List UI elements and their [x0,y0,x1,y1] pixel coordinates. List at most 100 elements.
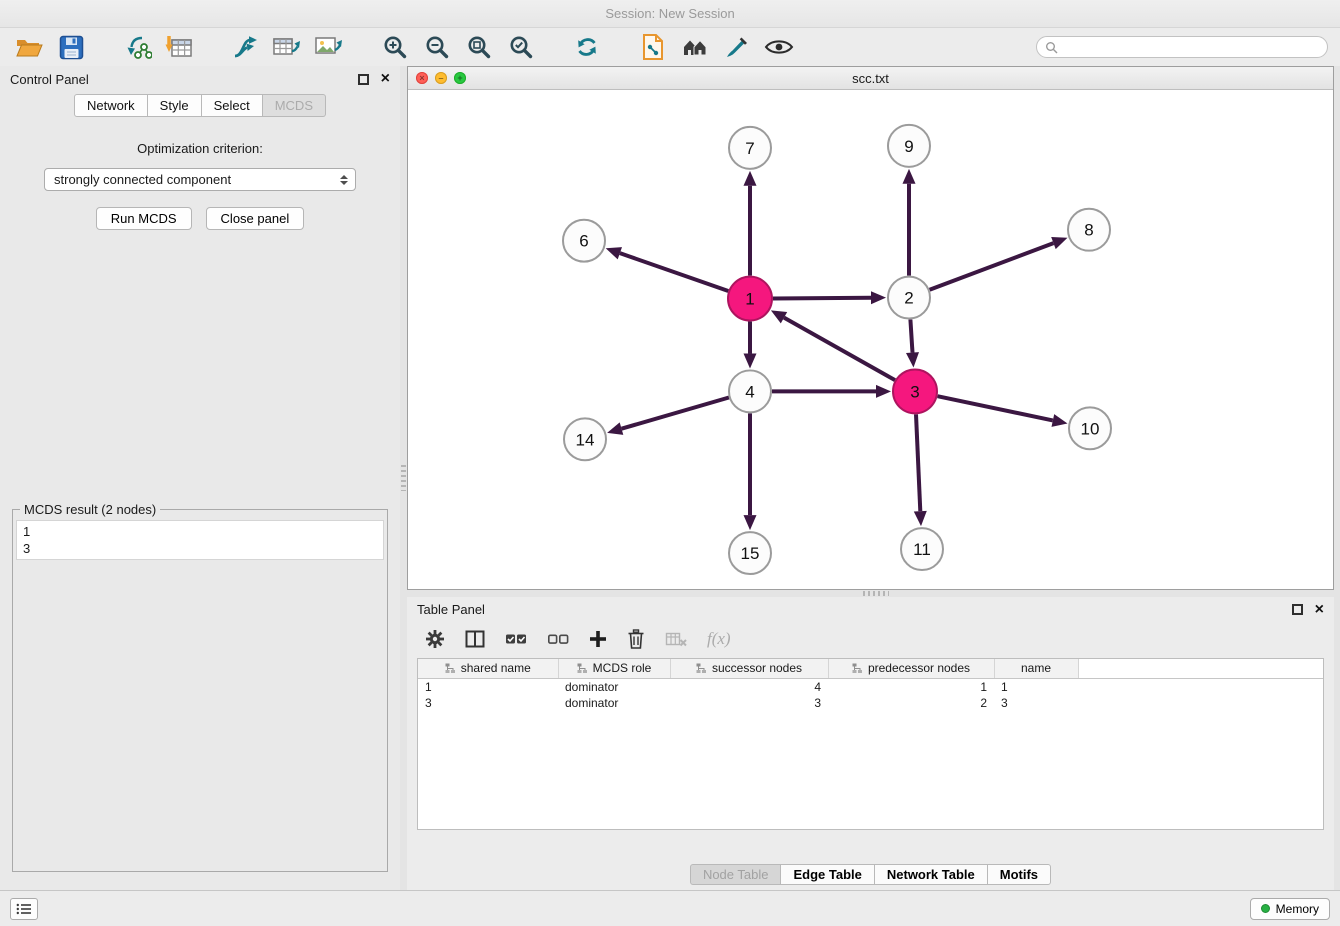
tab-node-table[interactable]: Node Table [690,864,782,885]
new-network-from-table-button[interactable] [270,31,304,63]
apply-style-button[interactable] [720,31,754,63]
network-canvas[interactable]: 7 9 6 8 1 2 4 3 14 10 15 11 [408,90,1333,589]
cell-mcds-role[interactable]: dominator [558,695,670,711]
show-graphics-details-button[interactable] [762,31,796,63]
cell-predecessor-nodes[interactable]: 2 [828,695,994,711]
edge-3-10[interactable] [938,396,1053,420]
column-header-predecessor-nodes[interactable]: predecessor nodes [828,659,994,678]
node-14[interactable]: 14 [564,418,606,460]
mcds-result-box: MCDS result (2 nodes) 1 3 [12,502,388,872]
table-panel-float-icon[interactable] [1292,604,1303,615]
table-splitter[interactable] [407,590,1334,597]
mcds-result-list[interactable]: 1 3 [16,520,384,560]
cell-successor-nodes[interactable]: 3 [670,695,828,711]
edge-3-1[interactable] [784,318,895,380]
search-icon [1045,41,1058,54]
close-panel-button[interactable]: Close panel [206,207,305,230]
node-7[interactable]: 7 [729,127,771,169]
clone-network-button[interactable] [636,31,670,63]
memory-button[interactable]: Memory [1250,898,1330,920]
column-header-mcds-role[interactable]: MCDS role [558,659,670,678]
control-panel-float-icon[interactable] [358,74,369,85]
table-row[interactable]: 3 dominator 3 2 3 [418,695,1323,711]
cell-name[interactable]: 1 [994,678,1078,695]
node-6[interactable]: 6 [563,220,605,262]
control-panel-header: Control Panel × [0,66,400,92]
edge-4-14[interactable] [622,397,729,428]
node-8[interactable]: 8 [1068,209,1110,251]
edge-arrow-1-2 [871,291,886,304]
import-network-button[interactable] [120,31,154,63]
cell-mcds-role[interactable]: dominator [558,678,670,695]
delete-table-button[interactable] [665,631,687,647]
select-all-columns-button[interactable] [505,631,527,647]
minimize-window-icon[interactable]: – [435,72,447,84]
tab-style[interactable]: Style [148,94,202,117]
table-panel-close-icon[interactable]: × [1315,602,1324,618]
refresh-layout-button[interactable] [570,31,604,63]
zoom-selected-button[interactable] [504,31,538,63]
close-window-icon[interactable]: × [416,72,428,84]
search-box[interactable] [1036,36,1328,58]
cell-name[interactable]: 3 [994,695,1078,711]
zoom-fit-button[interactable] [462,31,496,63]
node-11[interactable]: 11 [901,528,943,570]
node-1[interactable]: 1 [728,277,772,321]
table-settings-button[interactable] [425,629,445,649]
new-network-button[interactable] [228,31,262,63]
export-image-button[interactable] [312,31,346,63]
save-session-button[interactable] [54,31,88,63]
node-10[interactable]: 10 [1069,407,1111,449]
node-15[interactable]: 15 [729,532,771,574]
zoom-out-button[interactable] [420,31,454,63]
edge-2-8[interactable] [930,243,1054,290]
task-history-button[interactable] [10,898,38,920]
import-table-icon [165,34,193,60]
column-header-name[interactable]: name [994,659,1078,678]
cell-filler [1078,678,1323,695]
panel-splitter[interactable] [400,66,407,890]
split-columns-button[interactable] [465,630,485,648]
tab-edge-table[interactable]: Edge Table [780,864,874,885]
cell-predecessor-nodes[interactable]: 1 [828,678,994,695]
paintbrush-icon [724,34,750,60]
column-label: MCDS role [593,661,652,675]
zoom-window-icon[interactable]: + [454,72,466,84]
optimization-criterion-select[interactable]: strongly connected component [44,168,356,191]
column-header-shared-name[interactable]: shared name [418,659,558,678]
tab-motifs[interactable]: Motifs [987,864,1051,885]
edge-1-6[interactable] [620,253,728,291]
edge-1-2[interactable] [773,298,871,299]
edge-3-11[interactable] [916,414,920,511]
edge-2-3[interactable] [910,320,912,353]
table-panel-header: Table Panel × [407,597,1334,622]
run-mcds-button[interactable]: Run MCDS [96,207,192,230]
cell-successor-nodes[interactable]: 4 [670,678,828,695]
node-4[interactable]: 4 [729,370,771,412]
node-9[interactable]: 9 [888,125,930,167]
column-type-icon [696,663,707,674]
zoom-in-button[interactable] [378,31,412,63]
home-view-button[interactable] [678,31,712,63]
open-file-button[interactable] [12,31,46,63]
node-3[interactable]: 3 [893,369,937,413]
add-column-button[interactable] [589,630,607,648]
network-window-titlebar[interactable]: scc.txt × – + [408,67,1333,90]
table-row[interactable]: 1 dominator 4 1 1 [418,678,1323,695]
tab-network[interactable]: Network [74,94,148,117]
function-builder-button[interactable]: f(x) [707,629,731,649]
tab-network-table[interactable]: Network Table [874,864,988,885]
cell-shared-name[interactable]: 1 [418,678,558,695]
titlebar[interactable]: Session: New Session [0,0,1340,28]
cell-shared-name[interactable]: 3 [418,695,558,711]
delete-column-button[interactable] [627,629,645,649]
column-header-successor-nodes[interactable]: successor nodes [670,659,828,678]
tab-mcds[interactable]: MCDS [263,94,326,117]
control-panel-close-icon[interactable]: × [381,71,390,87]
deselect-all-columns-button[interactable] [547,631,569,647]
tab-select[interactable]: Select [202,94,263,117]
mcds-panel-content: Optimization criterion: strongly connect… [0,117,400,890]
import-table-button[interactable] [162,31,196,63]
node-2[interactable]: 2 [888,277,930,319]
search-input[interactable] [1063,40,1319,55]
